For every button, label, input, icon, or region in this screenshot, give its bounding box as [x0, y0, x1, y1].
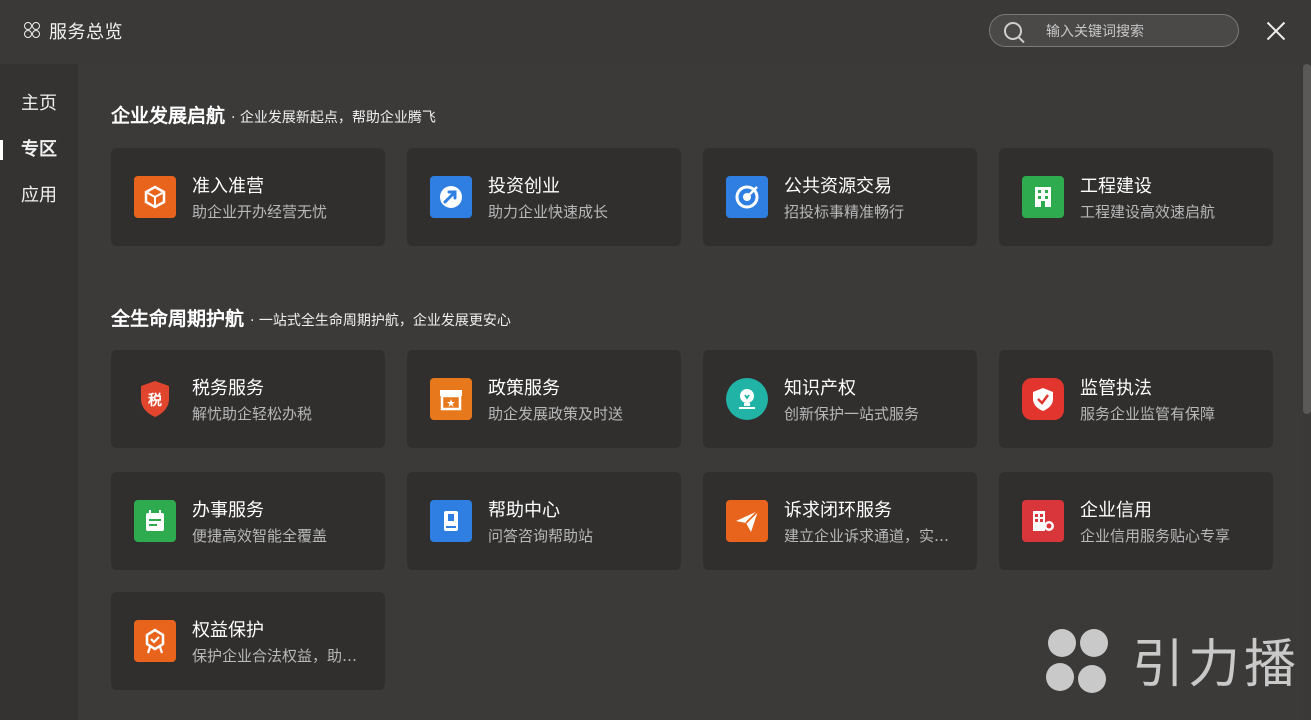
watermark-logo: 引力播 — [1040, 622, 1300, 697]
card-desc: 问答咨询帮助站 — [488, 527, 594, 545]
sidebar-item-home[interactable]: 主页 — [0, 86, 78, 122]
card-desc: 助力企业快速成长 — [488, 203, 609, 221]
building-icon — [1022, 176, 1064, 218]
card-title: 工程建设 — [1080, 176, 1152, 197]
section-header-lifecycle: 全生命周期护航 · 一站式全生命周期护航，企业发展更安心 — [111, 304, 511, 331]
calendar-icon — [134, 500, 176, 542]
tax-shield-icon: 税 — [134, 378, 176, 420]
card-title: 办事服务 — [192, 500, 264, 521]
card-title: 政策服务 — [488, 378, 560, 399]
card-desc: 助企业开办经营无忧 — [192, 203, 328, 221]
card-title: 诉求闭环服务 — [784, 500, 892, 521]
growth-arrow-icon — [430, 176, 472, 218]
card-public-resources[interactable]: 公共资源交易 招投标事精准畅行 — [703, 148, 977, 246]
card-policy[interactable]: 政策服务 助企发展政策及时送 — [407, 350, 681, 448]
card-title: 税务服务 — [192, 378, 264, 399]
card-desc: 保护企业合法权益，助力企业发展 — [192, 647, 368, 665]
card-desc: 创新保护一站式服务 — [784, 405, 920, 423]
card-title: 知识产权 — [784, 378, 856, 399]
scrollbar[interactable] — [1303, 64, 1311, 414]
card-supervision[interactable]: 监管执法 服务企业监管有保障 — [999, 350, 1273, 448]
card-construction[interactable]: 工程建设 工程建设高效速启航 — [999, 148, 1273, 246]
shield-check-icon — [1022, 378, 1064, 420]
window-title: 服务总览 — [24, 18, 123, 44]
box-icon — [134, 176, 176, 218]
card-help-center[interactable]: 帮助中心 问答咨询帮助站 — [407, 472, 681, 570]
card-desc: 解忧助企轻松办税 — [192, 405, 313, 423]
card-desc: 便捷高效智能全覆盖 — [192, 527, 328, 545]
section-title: 全生命周期护航 — [111, 308, 245, 330]
target-icon — [726, 176, 768, 218]
sidebar-item-zone[interactable]: 专区 — [0, 132, 78, 168]
card-rights-protection[interactable]: 权益保护 保护企业合法权益，助力企业发展 — [111, 592, 385, 690]
watermark-text: 引力播 — [1132, 635, 1301, 695]
app-title: 服务总览 — [49, 22, 123, 43]
section-header-startup: 企业发展启航 · 企业发展新起点，帮助企业腾飞 — [111, 101, 436, 128]
credit-building-icon — [1022, 500, 1064, 542]
card-desc: 服务企业监管有保障 — [1080, 405, 1216, 423]
card-title: 监管执法 — [1080, 378, 1152, 399]
card-title: 投资创业 — [488, 176, 560, 197]
card-title: 准入准营 — [192, 176, 264, 197]
card-desc: 企业信用服务贴心专享 — [1080, 527, 1231, 545]
flower-logo-icon — [1046, 628, 1108, 693]
sidebar-item-apps[interactable]: 应用 — [0, 178, 78, 214]
svg-text:税: 税 — [148, 392, 162, 409]
close-button[interactable] — [1264, 19, 1288, 43]
card-desc: 工程建设高效速启航 — [1080, 203, 1216, 221]
card-appeal[interactable]: 诉求闭环服务 建立企业诉求通道，实现诉求闭环 — [703, 472, 977, 570]
section-subtitle: · 一站式全生命周期护航，企业发展更安心 — [250, 313, 511, 329]
paper-plane-icon — [726, 500, 768, 542]
policy-box-icon — [430, 378, 472, 420]
section-title: 企业发展启航 — [111, 105, 226, 127]
card-desc: 建立企业诉求通道，实现诉求闭环 — [784, 527, 960, 545]
card-title: 帮助中心 — [488, 500, 560, 521]
card-desc: 招投标事精准畅行 — [784, 203, 905, 221]
card-desc: 助企发展政策及时送 — [488, 405, 624, 423]
search-icon[interactable] — [1004, 22, 1022, 40]
card-title: 企业信用 — [1080, 500, 1152, 521]
card-credit[interactable]: 企业信用 企业信用服务贴心专享 — [999, 472, 1273, 570]
top-bar: 服务总览 — [0, 0, 1311, 64]
card-tax[interactable]: 税 税务服务 解忧助企轻松办税 — [111, 350, 385, 448]
book-icon — [430, 500, 472, 542]
card-title: 权益保护 — [192, 620, 264, 641]
sidebar: 主页 专区 应用 — [0, 64, 78, 720]
section-subtitle: · 企业发展新起点，帮助企业腾飞 — [231, 110, 436, 126]
badge-icon — [134, 620, 176, 662]
lightbulb-icon — [726, 378, 768, 420]
apps-grid-icon — [24, 22, 42, 40]
card-access[interactable]: 准入准营 助企业开办经营无忧 — [111, 148, 385, 246]
search-box[interactable] — [989, 14, 1239, 47]
card-title: 公共资源交易 — [784, 176, 892, 197]
card-affairs[interactable]: 办事服务 便捷高效智能全覆盖 — [111, 472, 385, 570]
card-investment[interactable]: 投资创业 助力企业快速成长 — [407, 148, 681, 246]
search-input[interactable] — [1044, 21, 1228, 43]
card-ip[interactable]: 知识产权 创新保护一站式服务 — [703, 350, 977, 448]
